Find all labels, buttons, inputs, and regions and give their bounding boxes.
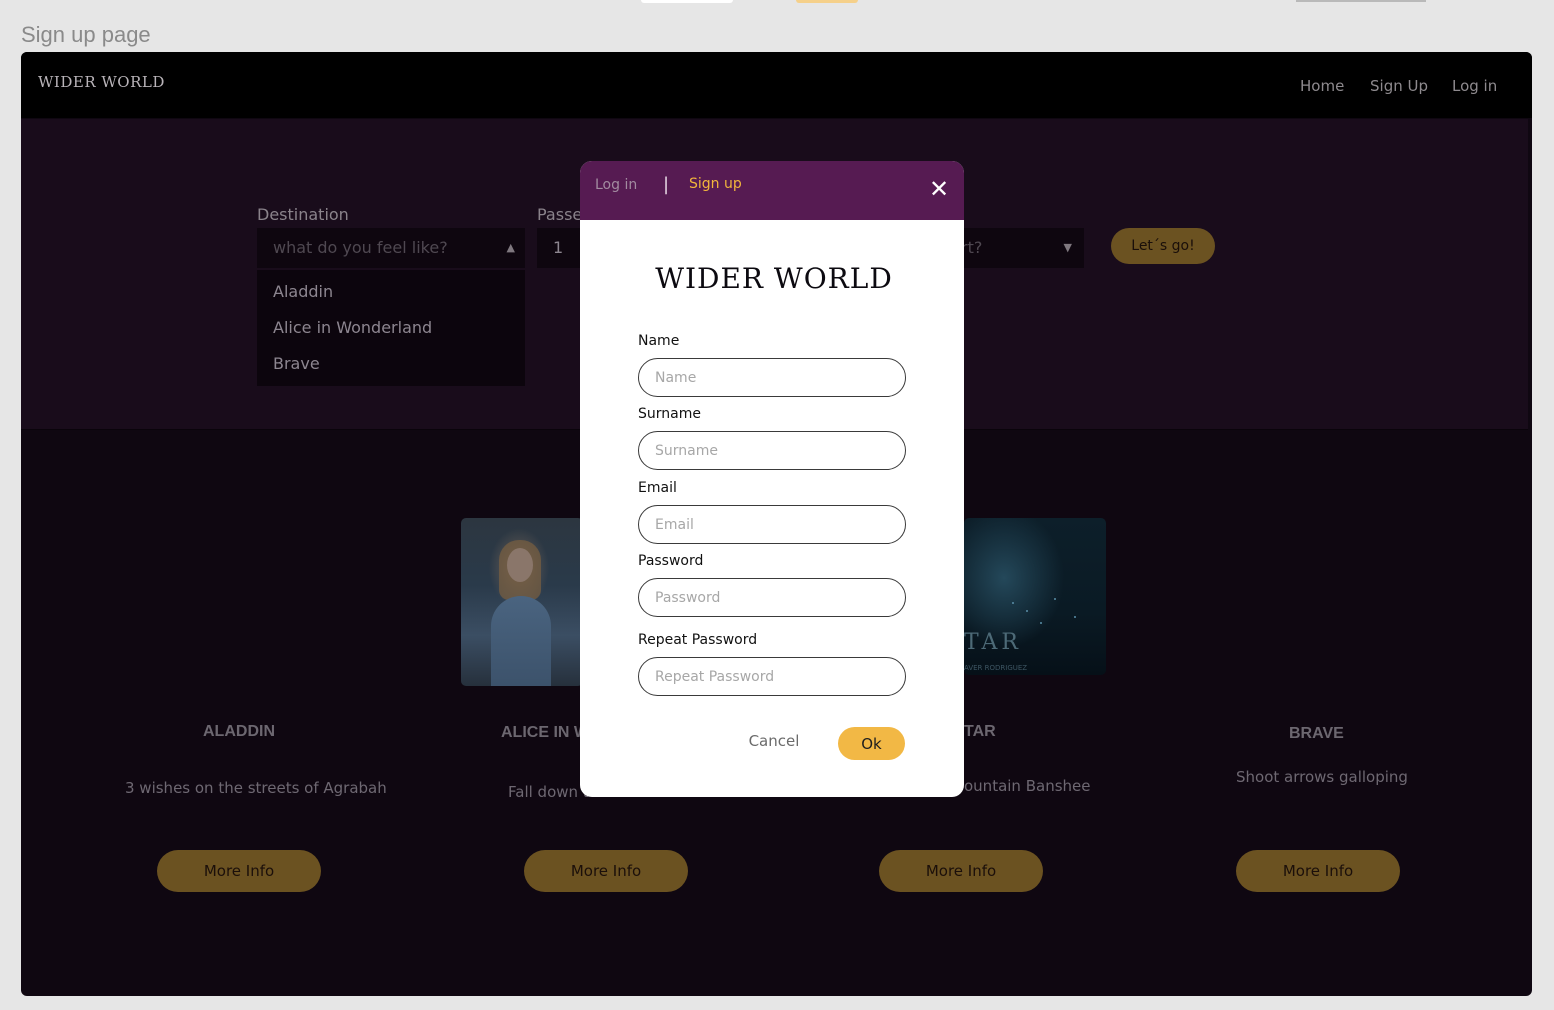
alice-poster-image	[461, 518, 583, 686]
card-description: Shoot arrows galloping	[1236, 768, 1408, 786]
close-icon[interactable]: ✕	[928, 177, 950, 201]
third-select-placeholder: rt?	[961, 238, 983, 257]
repeat-password-label: Repeat Password	[638, 632, 758, 648]
card-title: BRAVE	[1289, 725, 1344, 742]
top-edge-element	[1296, 0, 1426, 2]
destination-label: Destination	[257, 205, 349, 224]
password-label: Password	[638, 553, 704, 569]
card-description: Fall down t	[508, 783, 589, 801]
more-info-button[interactable]: More Info	[1236, 850, 1400, 892]
email-input[interactable]	[638, 505, 906, 544]
top-edge-element	[796, 0, 858, 3]
chevron-up-icon: ▲	[506, 241, 515, 254]
modal-logo: WIDER WORLD	[655, 262, 893, 295]
surname-label: Surname	[638, 406, 701, 422]
navbar: WIDER WORLD Home Sign Up Log in	[21, 52, 1532, 118]
destination-select[interactable]: what do you feel like? ▲	[257, 228, 525, 268]
password-input[interactable]	[638, 578, 906, 617]
brand-logo[interactable]: WIDER WORLD	[38, 73, 165, 91]
dropdown-option-aladdin[interactable]: Aladdin	[273, 282, 333, 301]
avatar-poster-title: TAR	[964, 630, 1022, 655]
passengers-label: Passe	[537, 205, 583, 224]
modal-header: Log in | Sign up ✕	[580, 161, 964, 220]
tab-separator: |	[663, 174, 670, 195]
nav-home-link[interactable]: Home	[1300, 77, 1344, 95]
tab-login[interactable]: Log in	[595, 177, 637, 193]
destination-dropdown: Aladdin Alice in Wonderland Brave	[257, 270, 525, 386]
card-title: ALICE IN W	[501, 724, 589, 741]
avatar-poster-credits: AVER RODRIGUEZ	[964, 664, 1028, 672]
surname-input[interactable]	[638, 431, 906, 470]
third-select[interactable]: rt? ▼	[953, 228, 1084, 268]
ok-button[interactable]: Ok	[838, 727, 905, 760]
dropdown-option-alice[interactable]: Alice in Wonderland	[273, 318, 432, 337]
card-description: 3 wishes on the streets of Agrabah	[125, 779, 387, 797]
lets-go-button[interactable]: Let´s go!	[1111, 228, 1215, 264]
avatar-poster-image: TAR AVER RODRIGUEZ	[964, 518, 1106, 675]
page-caption: Sign up page	[21, 22, 151, 47]
tab-signup[interactable]: Sign up	[689, 176, 742, 192]
signup-modal: Log in | Sign up ✕ WIDER WORLD Name Surn…	[580, 161, 964, 797]
more-info-button[interactable]: More Info	[524, 850, 688, 892]
card-description: ountain Banshee	[964, 777, 1091, 795]
card-title: TAR	[964, 723, 996, 740]
nav-login-link[interactable]: Log in	[1452, 77, 1497, 95]
destination-placeholder: what do you feel like?	[273, 238, 448, 257]
email-label: Email	[638, 480, 677, 496]
name-label: Name	[638, 333, 680, 349]
more-info-button[interactable]: More Info	[157, 850, 321, 892]
dropdown-option-brave[interactable]: Brave	[273, 354, 320, 373]
nav-signup-link[interactable]: Sign Up	[1370, 77, 1428, 95]
top-edge-element	[641, 0, 733, 3]
repeat-password-input[interactable]	[638, 657, 906, 696]
more-info-button[interactable]: More Info	[879, 850, 1043, 892]
chevron-down-icon: ▼	[1063, 241, 1072, 254]
cancel-button[interactable]: Cancel	[744, 732, 804, 750]
name-input[interactable]	[638, 358, 906, 397]
card-title: ALADDIN	[203, 723, 275, 740]
